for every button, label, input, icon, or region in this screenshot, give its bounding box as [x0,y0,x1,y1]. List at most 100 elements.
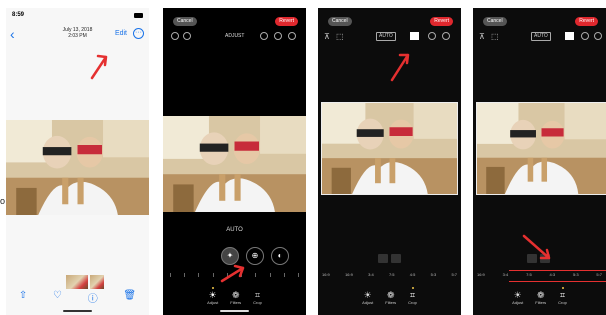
ratio-option[interactable]: 16:9 [345,272,353,277]
info-icon[interactable]: ⓘ [88,290,98,305]
ratio-option[interactable]: 16:9 [477,272,485,277]
markup-icon[interactable] [581,32,589,40]
thumbnail[interactable] [90,275,104,289]
home-indicator [63,310,92,312]
annotation-underline [509,281,606,282]
straighten-icon[interactable]: ⊼ [324,32,330,41]
crop-icon: ⌗ [559,290,566,300]
aspect-ratio-icon[interactable] [410,32,419,40]
tab-label: Crop [253,300,262,305]
more-icon[interactable] [442,32,450,40]
eye-icon[interactable] [260,32,268,40]
orientation-toggle[interactable] [378,254,401,263]
aspect-ratio-icon[interactable] [565,32,574,40]
ratio-option[interactable]: 7:5 [526,272,532,277]
adjust-tools: ✦ ⊕ ◐ [221,247,289,265]
dial-tick [198,273,200,277]
auto-crop-button[interactable]: AUTO [531,32,551,41]
thumbnail-strip[interactable] [66,275,104,289]
dial-tick [255,273,257,277]
status-time: 8:59 [12,12,25,18]
crop-icon: ⌗ [409,290,416,300]
ratio-option[interactable]: 7:5 [389,272,395,277]
ratio-option[interactable]: 5:3 [431,272,437,277]
dial-tick [183,273,185,277]
battery-icon [134,12,143,18]
tab-crop[interactable]: ⌗ Crop [253,287,262,305]
tab-filters[interactable]: ❁ Filters [385,287,396,305]
tab-adjust[interactable]: ☀ Adjust [512,287,523,305]
revert-button[interactable]: Revert [575,17,598,26]
cancel-button[interactable]: Cancel [483,17,507,26]
time-line: 2:03 PM [68,33,87,39]
crop-frame[interactable] [476,102,606,195]
share-icon[interactable]: ⇧ [19,290,27,305]
dial-tick [169,273,171,277]
tab-adjust[interactable]: ☀ Adjust [207,287,218,305]
straighten-icon[interactable]: ⊼ [479,32,485,41]
mode-title: ADJUST [225,33,245,39]
ratio-option[interactable]: 4:5 [410,272,416,277]
markup-icon[interactable] [428,32,436,40]
orientation-option-icon[interactable] [540,254,550,263]
rotate-icon[interactable]: ⬚ [491,32,499,41]
ratio-option[interactable]: 4:3 [550,272,556,277]
edge-text: o [0,196,6,206]
rotate-icon[interactable]: ⬚ [336,32,344,41]
tab-crop[interactable]: ⌗ Crop [558,287,567,305]
more-icon[interactable] [288,32,296,40]
edit-button[interactable]: Edit [115,30,127,37]
orientation-toggle[interactable] [527,254,550,263]
ratio-option[interactable]: 3:4 [503,272,509,277]
revert-button[interactable]: Revert [430,17,453,26]
ratio-option[interactable]: 3:4 [368,272,374,277]
ratio-option[interactable]: 5:7 [596,272,602,277]
tab-label: Crop [408,300,417,305]
undo-icon[interactable] [171,32,179,40]
filters-icon: ❁ [536,290,545,300]
ratio-option[interactable]: 5:3 [573,272,579,277]
crop-screen: Cancel Revert ⊼ ⬚ AUTO 16:9 16:9 3:4 7:5… [318,8,461,315]
orientation-option-icon[interactable] [527,254,537,263]
ratio-option[interactable]: 5:7 [451,272,457,277]
tab-crop[interactable]: ⌗ Crop [408,287,417,305]
brilliance-icon[interactable]: ◐ [271,247,289,265]
crop-frame[interactable] [321,102,458,195]
tab-label: Crop [558,300,567,305]
thumbnail[interactable] [66,275,88,289]
adjust-icon: ☀ [363,290,372,300]
magic-wand-icon[interactable]: ✦ [221,247,239,265]
trash-icon[interactable]: 🗑 [123,290,136,305]
more-icon[interactable]: ··· [133,28,144,39]
cancel-button[interactable]: Cancel [173,17,197,26]
aspect-ratio-scale[interactable]: 16:9 3:4 7:5 4:3 5:3 5:7 [473,272,606,277]
more-icon[interactable] [594,32,602,40]
orientation-option-icon[interactable] [391,254,401,263]
tab-filters[interactable]: ❁ Filters [535,287,546,305]
tab-label: Filters [230,300,242,305]
heart-icon[interactable]: ♡ [53,290,62,305]
orientation-option-icon[interactable] [378,254,388,263]
crop-aspect-screen: Cancel Revert ⊼ ⬚ AUTO 16:9 3:4 7:5 4:3 … [473,8,606,315]
revert-button[interactable]: Revert [275,17,298,26]
dial-tick [269,273,271,277]
redo-icon[interactable] [183,32,191,40]
ratio-option[interactable]: 16:9 [322,272,330,277]
adjust-screen: Cancel Revert ADJUST AUTO ✦ ⊕ ◐ ☀ Adjust … [163,8,306,315]
exposure-icon[interactable]: ⊕ [246,247,264,265]
dial-tick [226,273,228,277]
markup-icon[interactable] [274,32,282,40]
auto-crop-button[interactable]: AUTO [376,32,396,41]
cancel-button[interactable]: Cancel [328,17,352,26]
tab-label: Adjust [512,300,524,305]
tab-adjust[interactable]: ☀ Adjust [362,287,373,305]
annotation-underline [509,270,606,271]
tab-filters[interactable]: ❁ Filters [230,287,241,305]
photo-viewer-screen: 8:59 ‹ July 13, 2018 2:03 PM Edit ··· ⇧ … [6,8,149,315]
aspect-ratio-scale[interactable]: 16:9 16:9 3:4 7:5 4:5 5:3 5:7 [318,272,461,277]
edit-tabs: ☀ Adjust ❁ Filters ⌗ Crop [163,287,306,305]
edit-header: ADJUST [163,32,306,44]
nav-bar: ‹ July 13, 2018 2:03 PM Edit ··· [6,24,149,46]
adjust-dial[interactable] [163,271,306,279]
dial-tick [212,273,214,277]
